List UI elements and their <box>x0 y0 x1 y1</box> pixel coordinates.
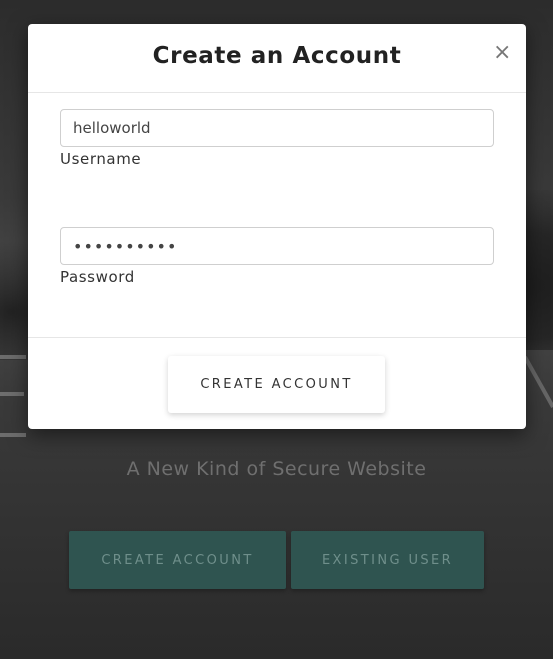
background-logo-stroke <box>0 392 24 396</box>
close-icon[interactable]: × <box>493 42 511 64</box>
hero-existing-user-button[interactable]: EXISTING USER <box>291 531 484 589</box>
hero-create-account-button[interactable]: CREATE ACCOUNT <box>69 531 286 589</box>
password-input[interactable]: •••••••••• <box>60 227 494 265</box>
modal-footer: CREATE ACCOUNT <box>28 337 526 430</box>
username-label: Username <box>60 150 142 168</box>
hero-tagline: A New Kind of Secure Website <box>126 458 427 480</box>
background-logo-fragment <box>0 355 26 437</box>
modal-header: Create an Account × <box>28 24 526 93</box>
modal-title: Create an Account <box>152 43 402 69</box>
username-input[interactable]: helloworld <box>60 109 494 147</box>
password-label: Password <box>60 268 135 286</box>
create-account-modal: Create an Account × helloworld Username … <box>28 24 526 429</box>
background-logo-fragment <box>523 356 553 408</box>
create-account-submit-button[interactable]: CREATE ACCOUNT <box>168 356 385 413</box>
